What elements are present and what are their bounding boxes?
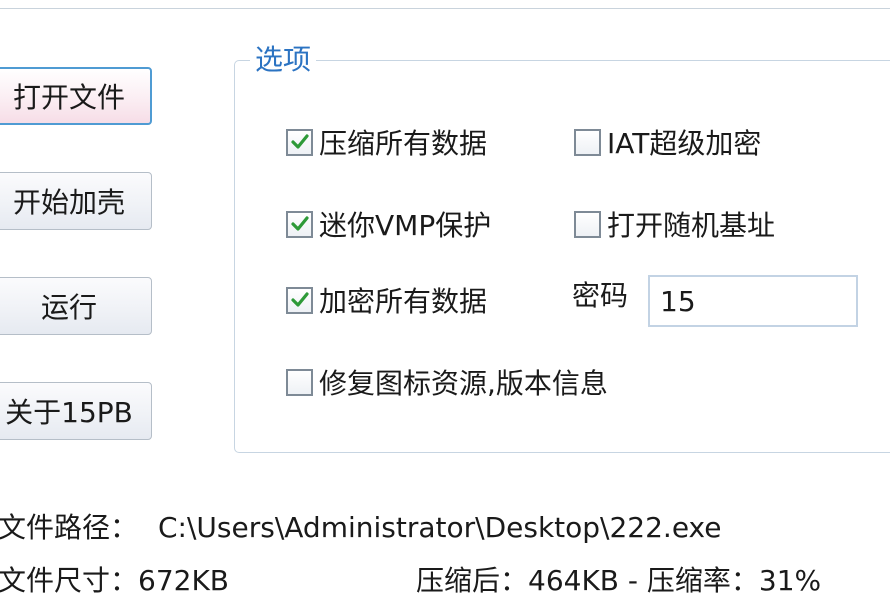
encrypt-all-option[interactable]: 加密所有数据 xyxy=(286,280,487,320)
file-path-value: C:\Users\Administrator\Desktop\222.exe xyxy=(158,511,722,544)
start-pack-button[interactable]: 开始加壳 xyxy=(0,172,152,230)
file-path-label: 文件路径： xyxy=(0,511,139,544)
iat-encrypt-label: IAT超级加密 xyxy=(607,127,762,160)
check-icon xyxy=(290,134,309,149)
compress-all-checkbox[interactable] xyxy=(286,128,313,156)
check-icon xyxy=(290,216,309,231)
random-base-label: 打开随机基址 xyxy=(607,209,776,242)
compressed-size-text: 压缩后：464KB - 压缩率：31% xyxy=(416,564,822,597)
mini-vmp-checkbox[interactable] xyxy=(286,210,313,238)
fix-resources-checkbox[interactable] xyxy=(286,368,313,396)
check-icon xyxy=(290,292,309,307)
encrypt-all-label: 加密所有数据 xyxy=(319,285,488,318)
password-label: 密码 xyxy=(572,279,629,312)
compress-all-option[interactable]: 压缩所有数据 xyxy=(286,122,487,162)
random-base-option[interactable]: 打开随机基址 xyxy=(574,204,775,244)
options-title: 选项 xyxy=(250,40,317,80)
about-button[interactable]: 关于15PB xyxy=(0,382,152,440)
iat-encrypt-checkbox[interactable] xyxy=(574,128,601,156)
open-file-button[interactable]: 打开文件 xyxy=(0,67,152,125)
file-size-text: 文件尺寸：672KB xyxy=(0,564,230,597)
iat-encrypt-option[interactable]: IAT超级加密 xyxy=(574,122,761,162)
mini-vmp-label: 迷你VMP保护 xyxy=(319,209,492,242)
password-input[interactable] xyxy=(648,275,858,327)
top-divider xyxy=(0,8,890,9)
random-base-checkbox[interactable] xyxy=(574,210,601,238)
encrypt-all-checkbox[interactable] xyxy=(286,286,313,314)
mini-vmp-option[interactable]: 迷你VMP保护 xyxy=(286,204,491,244)
fix-resources-label: 修复图标资源,版本信息 xyxy=(319,367,608,400)
compress-all-label: 压缩所有数据 xyxy=(319,127,488,160)
run-button[interactable]: 运行 xyxy=(0,277,152,335)
fix-resources-option[interactable]: 修复图标资源,版本信息 xyxy=(286,362,608,402)
